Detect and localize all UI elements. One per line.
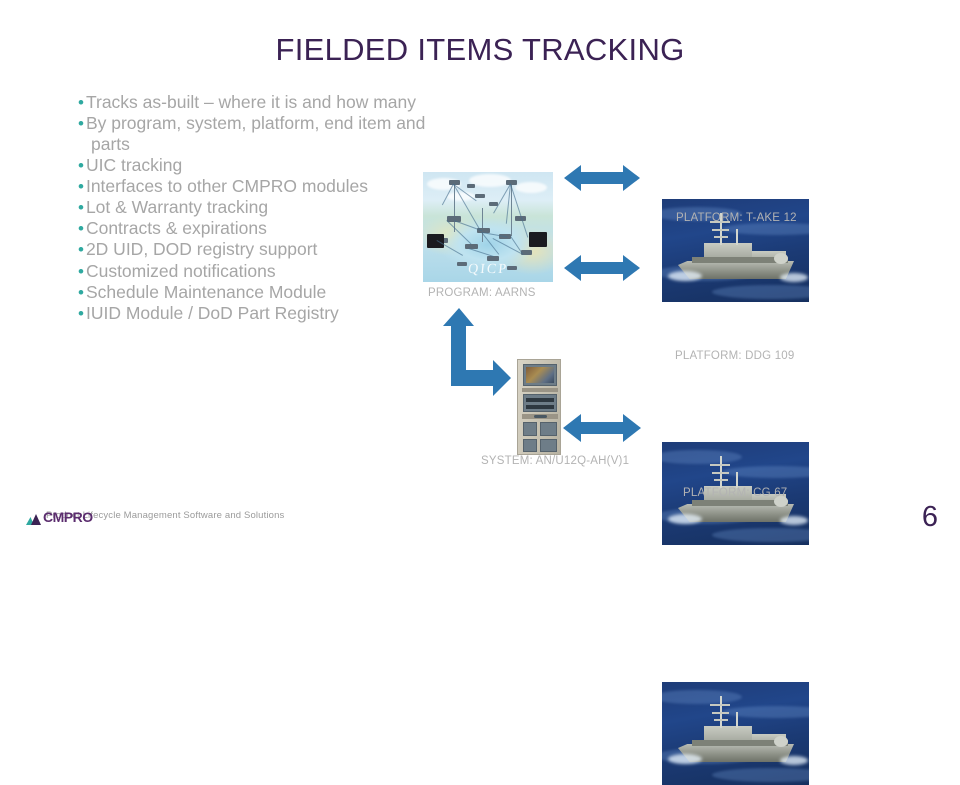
arrow-program-to-ddg109: [564, 253, 640, 283]
system-equipment-rack-image: [517, 359, 561, 455]
bullet-marker-icon: •: [78, 282, 84, 302]
list-item-label: IUID Module / DoD Part Registry: [85, 303, 339, 324]
list-item: • Tracks as-built – where it is and how m…: [78, 92, 428, 113]
list-item: • 2D UID, DOD registry support: [78, 239, 428, 260]
image-watermark: QICP: [467, 262, 509, 277]
page-title: FIELDED ITEMS TRACKING: [275, 32, 685, 67]
platform-caption-2: PLATFORM: DDG 109: [675, 350, 795, 362]
list-item: • UIC tracking: [78, 155, 428, 176]
list-item: • By program, system, platform, end item …: [78, 113, 428, 154]
bullet-marker-icon: •: [78, 261, 84, 281]
platform-ship-image-3: [662, 682, 809, 785]
arrow-program-to-system: [443, 308, 511, 400]
bullet-marker-icon: •: [78, 304, 84, 324]
list-item-label: 2D UID, DOD registry support: [85, 239, 318, 260]
list-item: • Interfaces to other CMPRO modules: [78, 176, 428, 197]
system-caption: SYSTEM: AN/U12Q-AH(V)1: [481, 455, 630, 467]
list-item-label: Lot & Warranty tracking: [85, 197, 269, 218]
list-item-label: By program, system, platform, end item a…: [85, 113, 431, 155]
list-item-label: Tracks as-built – where it is and how ma…: [85, 92, 416, 112]
page-number: 6: [921, 501, 938, 533]
list-item: • Customized notifications: [78, 261, 428, 282]
bullet-marker-icon: •: [78, 198, 84, 218]
bullet-marker-icon: •: [78, 155, 84, 175]
list-item-label: Customized notifications: [85, 260, 276, 281]
list-item-label: Contracts & expirations: [85, 218, 267, 239]
bullet-marker-icon: •: [78, 219, 84, 239]
program-caption: PROGRAM: AARNS: [428, 287, 536, 299]
cmpro-logo: CMPRO: [26, 509, 93, 525]
cmpro-mountain-logo-icon: [26, 512, 41, 525]
list-item-label: UIC tracking: [85, 154, 183, 175]
list-item: • Lot & Warranty tracking: [78, 197, 428, 218]
platform-caption-1: PLATFORM: T-AKE 12: [676, 212, 797, 224]
arrow-program-to-take12: [564, 163, 640, 193]
bullet-list: • Tracks as-built – where it is and how m…: [78, 92, 428, 324]
program-network-diagram-image: QICP: [423, 172, 553, 282]
list-item: • Schedule Maintenance Module: [78, 282, 428, 303]
list-item: • IUID Module / DoD Part Registry: [78, 303, 428, 324]
bullet-marker-icon: •: [78, 240, 84, 260]
cmpro-logo-text: CMPRO: [43, 509, 93, 525]
bullet-marker-icon: •: [78, 93, 84, 112]
list-item-label: Schedule Maintenance Module: [85, 281, 327, 302]
platform-caption-3: PLATFORM: CG 67: [683, 487, 788, 499]
bullet-marker-icon: •: [78, 114, 84, 134]
list-item-label: Interfaces to other CMPRO modules: [85, 175, 369, 196]
slide: FIELDED ITEMS TRACKING • Tracks as-built …: [0, 0, 960, 785]
list-item: • Contracts & expirations: [78, 218, 428, 239]
bullet-marker-icon: •: [78, 176, 84, 196]
arrow-system-to-cg67: [563, 412, 641, 444]
